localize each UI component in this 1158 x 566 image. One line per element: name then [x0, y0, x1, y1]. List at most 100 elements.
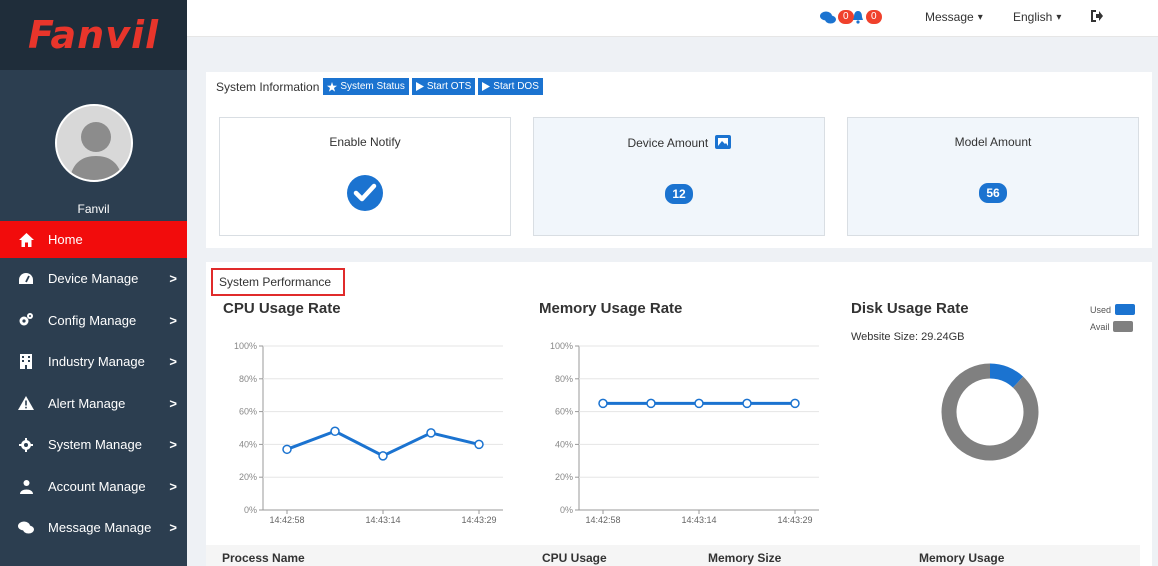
- device-amount-card[interactable]: Device Amount 12: [533, 117, 825, 236]
- website-size-label: Website Size: 29.24GB: [851, 331, 965, 343]
- cpu-y-tick-label: 0%: [244, 505, 257, 515]
- message-dropdown-label: Message: [925, 10, 974, 24]
- sidebar-item-industry-manage[interactable]: Industry Manage >: [0, 341, 187, 383]
- cpu-y-tick-label: 20%: [239, 472, 257, 482]
- model-amount-card[interactable]: Model Amount 56: [847, 117, 1139, 236]
- alerts-indicator[interactable]: 0: [852, 10, 882, 24]
- sidebar-item-alert-manage[interactable]: Alert Manage >: [0, 383, 187, 425]
- memory-y-tick-label: 0%: [560, 505, 573, 515]
- checkmark-icon: [347, 175, 383, 211]
- messages-indicator[interactable]: 0: [820, 10, 854, 24]
- start-dos-label: Start DOS: [493, 81, 539, 92]
- caret-down-icon: ▾: [977, 11, 983, 23]
- col-process-name: Process Name: [222, 551, 305, 565]
- system-information-header: System Information System Status Start O…: [216, 78, 543, 95]
- legend-used: Used: [1090, 304, 1136, 315]
- play-icon: [482, 82, 491, 91]
- system-status-label: System Status: [340, 81, 405, 92]
- memory-x-tick-label: 14:42:58: [585, 515, 620, 525]
- brand-logo: Fanvil: [27, 13, 160, 57]
- memory-data-point: [694, 398, 704, 409]
- sidebar-item-system-manage[interactable]: System Manage >: [0, 424, 187, 466]
- sidebar-item-device-manage[interactable]: Device Manage >: [0, 258, 187, 300]
- play-icon: [415, 82, 424, 91]
- cpu-y-tick-label: 100%: [234, 341, 257, 351]
- star-icon: [327, 81, 338, 92]
- bell-icon: [853, 10, 863, 24]
- device-amount-title: Device Amount: [627, 136, 709, 150]
- memory-data-point: [646, 398, 656, 409]
- system-status-button[interactable]: System Status: [323, 78, 409, 95]
- warning-icon: [18, 395, 34, 411]
- memory-y-tick-label: 100%: [550, 341, 573, 351]
- gear-icon: [18, 437, 34, 453]
- memory-chart-title: Memory Usage Rate: [539, 300, 683, 317]
- cpu-data-point: [282, 444, 292, 455]
- disk-usage-donut: [941, 363, 1039, 461]
- memory-data-point: [598, 398, 608, 409]
- legend-used-label: Used: [1090, 304, 1112, 315]
- sidebar-item-config-manage[interactable]: Config Manage >: [0, 300, 187, 342]
- caret-down-icon: ▾: [1056, 11, 1062, 23]
- chevron-right-icon: >: [169, 395, 177, 411]
- comments-icon: [820, 11, 836, 23]
- start-ots-label: Start OTS: [426, 81, 472, 92]
- cpu-x-tick-label: 14:43:29: [461, 515, 496, 525]
- memory-y-tick-label: 60%: [555, 407, 573, 417]
- chevron-right-icon: >: [169, 478, 177, 494]
- sidebar-item-home[interactable]: Home: [0, 221, 187, 258]
- cpu-data-point: [330, 426, 340, 437]
- logout-icon: [1091, 10, 1103, 22]
- sidebar: Fanvil Fanvil Home Device Manage > Config M…: [0, 0, 187, 566]
- top-header: 0 0 Message ▾ English ▾: [187, 0, 1158, 37]
- cogs-icon: [18, 312, 34, 328]
- sidebar-item-account-manage[interactable]: Account Manage >: [0, 466, 187, 508]
- alerts-count-badge: 0: [866, 10, 882, 24]
- legend-avail-swatch: [1113, 321, 1134, 332]
- cpu-data-point: [426, 428, 436, 438]
- home-icon: [18, 232, 34, 248]
- enable-notify-title: Enable Notify: [329, 135, 401, 149]
- cpu-y-tick-label: 80%: [239, 374, 257, 384]
- cpu-chart-title: CPU Usage Rate: [223, 300, 341, 317]
- col-cpu-usage: CPU Usage: [542, 551, 607, 565]
- sidebar-item-label: Device Manage: [48, 271, 139, 287]
- disk-slice-avail: [941, 363, 1039, 461]
- chevron-right-icon: >: [169, 312, 177, 328]
- sidebar-item-label: Industry Manage: [48, 354, 145, 370]
- language-dropdown[interactable]: English ▾: [1013, 10, 1061, 24]
- cpu-y-tick-label: 40%: [239, 439, 257, 449]
- start-dos-button[interactable]: Start DOS: [478, 78, 543, 95]
- model-amount-badge: 56: [979, 183, 1007, 203]
- memory-y-tick-label: 80%: [555, 374, 573, 384]
- user-profile: Fanvil: [0, 70, 187, 221]
- enable-notify-card[interactable]: Enable Notify: [219, 117, 511, 236]
- sidebar-item-label: Message Manage: [48, 520, 152, 536]
- cpu-x-tick-label: 14:42:58: [269, 515, 304, 525]
- logo-area: Fanvil: [0, 0, 187, 70]
- disk-chart-title: Disk Usage Rate: [851, 300, 969, 317]
- cpu-data-point: [378, 451, 388, 461]
- sidebar-item-label: System Manage: [48, 437, 142, 453]
- cpu-y-tick-label: 60%: [239, 407, 257, 417]
- sidebar-item-label: Home: [48, 232, 83, 247]
- sidebar-item-label: Alert Manage: [48, 395, 126, 411]
- logout-button[interactable]: [1090, 9, 1104, 23]
- avatar[interactable]: [54, 104, 133, 182]
- chevron-right-icon: >: [169, 354, 177, 370]
- chevron-right-icon: >: [169, 437, 177, 453]
- memory-data-point: [742, 398, 752, 409]
- sidebar-item-message-manage[interactable]: Message Manage >: [0, 507, 187, 549]
- users-icon: [18, 478, 34, 494]
- start-ots-button[interactable]: Start OTS: [411, 78, 476, 95]
- memory-data-point: [790, 398, 800, 409]
- memory-y-tick-label: 40%: [555, 439, 573, 449]
- sidebar-item-label: Config Manage: [48, 312, 137, 328]
- col-memory-size: Memory Size: [708, 551, 782, 565]
- chevron-right-icon: >: [169, 271, 177, 287]
- model-amount-title: Model Amount: [954, 135, 1032, 149]
- picture-icon: [714, 135, 731, 149]
- memory-usage-chart: 0% 20% 40% 60% 80% 100% 14:42:58 14:43:14 14:43:…: [550, 341, 819, 525]
- message-dropdown[interactable]: Message ▾: [925, 10, 983, 24]
- sidebar-item-label: Account Manage: [48, 478, 146, 494]
